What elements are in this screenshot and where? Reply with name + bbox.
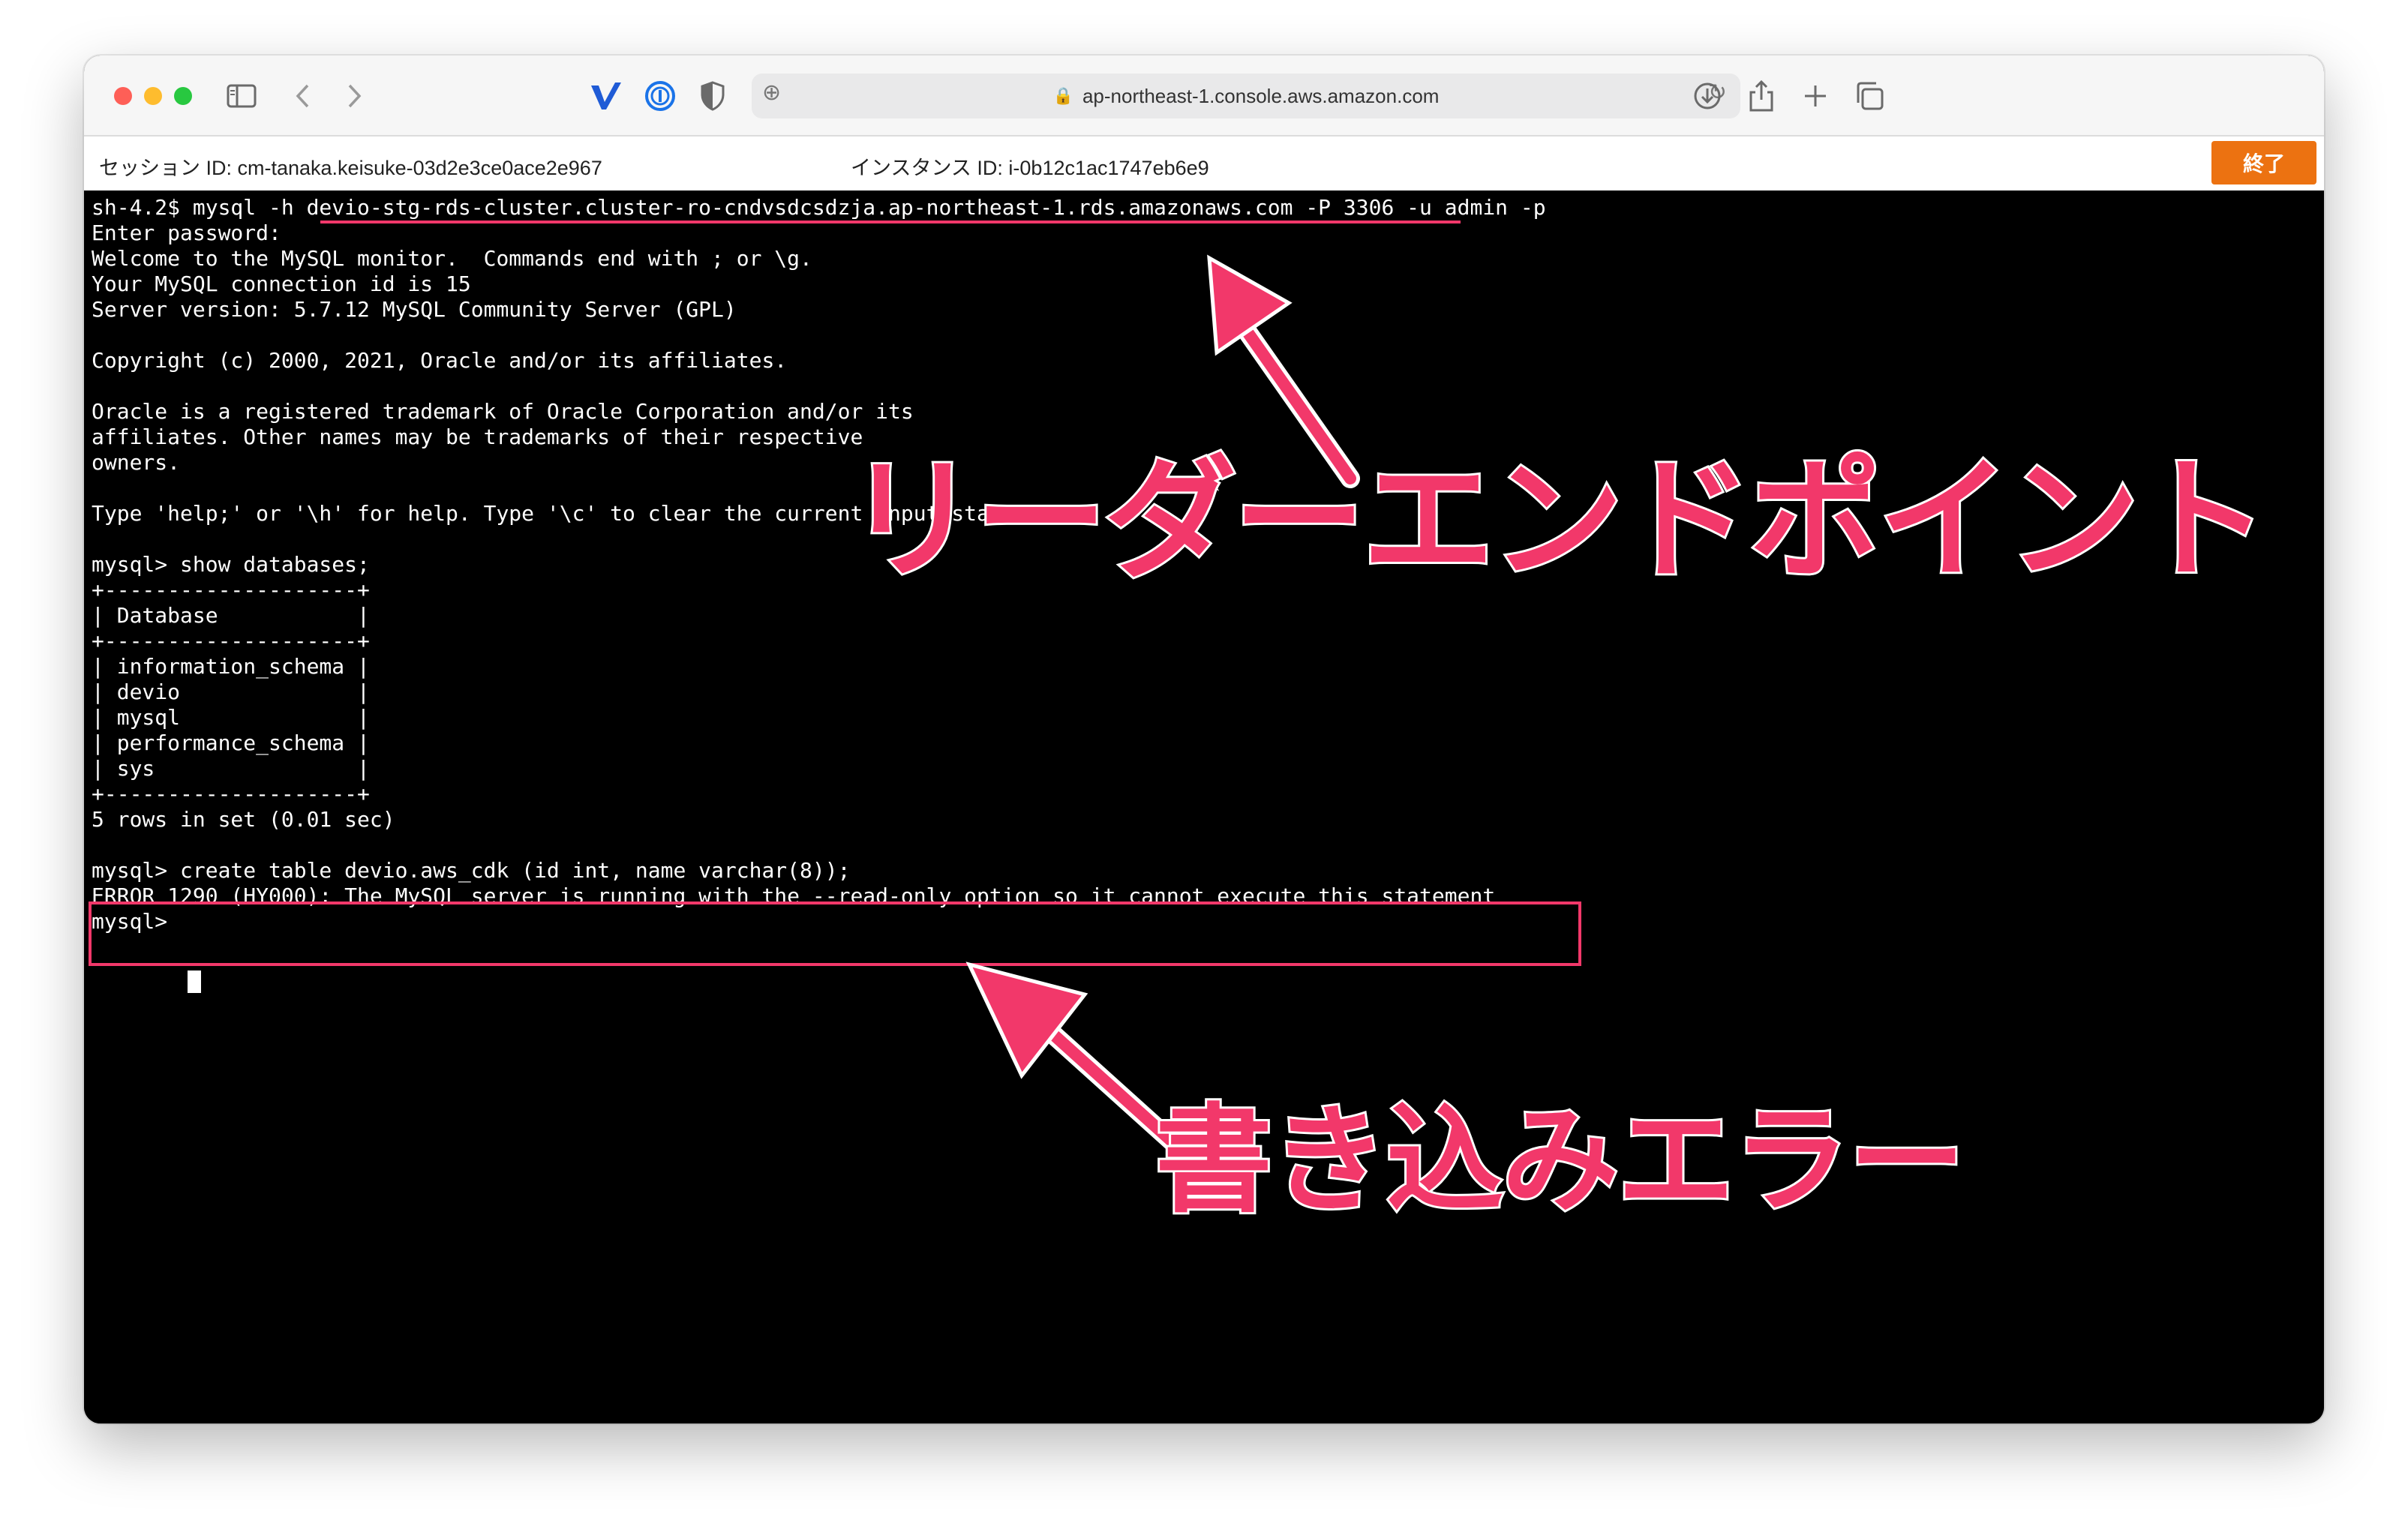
reader-endpoint-annotation: リーダーエンドポイント (844, 441, 2271, 599)
terminate-session-button[interactable]: 終了 (2211, 141, 2316, 184)
password-manager-icon[interactable] (639, 75, 681, 117)
url-text: ap-northeast-1.console.aws.amazon.com (1082, 84, 1440, 107)
download-icon[interactable] (1686, 75, 1728, 117)
endpoint-highlight-underline (320, 220, 1461, 224)
shield-icon[interactable] (692, 75, 734, 117)
instance-id-label: インスタンス ID: i-0b12c1ac1747eb6e9 (851, 157, 1209, 179)
terminal-cursor (188, 970, 201, 993)
browser-toolbar: ⊕ 🔒 ap-northeast-1.console.aws.amazon.co… (84, 56, 2324, 136)
lock-icon: 🔒 (1052, 86, 1073, 105)
address-bar[interactable]: ⊕ 🔒 ap-northeast-1.console.aws.amazon.co… (752, 74, 1740, 118)
new-tab-icon[interactable] (1794, 75, 1836, 117)
site-settings-icon[interactable]: ⊕ (762, 80, 781, 106)
forward-icon[interactable] (333, 75, 375, 117)
close-window-button[interactable] (114, 87, 132, 105)
session-id-label: セッション ID: cm-tanaka.keisuke-03d2e3ce0ace… (99, 157, 602, 179)
sidebar-icon[interactable] (221, 75, 263, 117)
share-icon[interactable] (1740, 75, 1782, 117)
tab-overview-icon[interactable] (1848, 75, 1890, 117)
error-highlight-box (89, 902, 1581, 966)
write-error-annotation: 書き込みエラー (1153, 1090, 1968, 1231)
zoom-window-button[interactable] (174, 87, 192, 105)
v-extension-icon[interactable] (585, 75, 627, 117)
terminal[interactable]: sh-4.2$ mysql -h devio-stg-rds-cluster.c… (84, 192, 2324, 1424)
session-info-bar: セッション ID: cm-tanaka.keisuke-03d2e3ce0ace… (84, 136, 2324, 190)
minimize-window-button[interactable] (144, 87, 162, 105)
back-icon[interactable] (282, 75, 324, 117)
